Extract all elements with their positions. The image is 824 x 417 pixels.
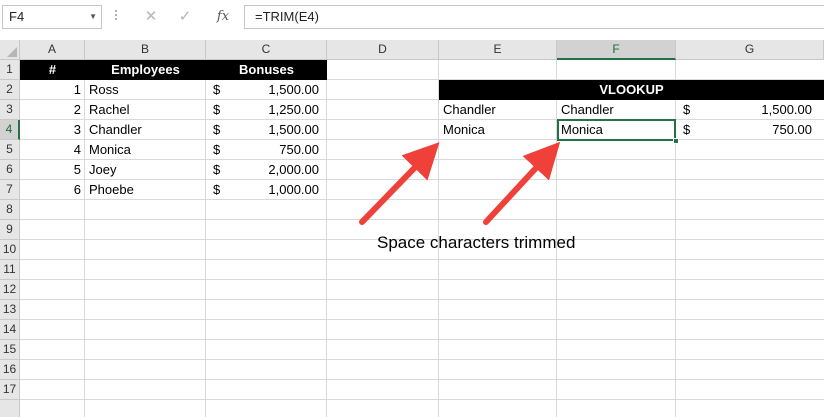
vlookup-currency: $ <box>683 102 691 117</box>
table-cell-employee[interactable]: Monica <box>85 140 206 160</box>
header-cell-number[interactable]: # <box>20 60 85 80</box>
active-cell-selection <box>557 119 676 141</box>
column-header-b[interactable]: B <box>85 40 206 60</box>
column-header-c[interactable]: C <box>206 40 327 60</box>
table-cell-employee[interactable]: Ross <box>85 80 206 100</box>
row-header-6[interactable]: 6 <box>0 160 20 180</box>
table-cell-currency: $ <box>213 162 221 177</box>
vlookup-original-name[interactable]: Chandler <box>439 100 557 120</box>
row-header-10[interactable]: 10 <box>0 240 20 260</box>
column-header-d[interactable]: D <box>327 40 439 60</box>
row-header-12[interactable]: 12 <box>0 280 20 300</box>
name-box[interactable]: F4 ▼ <box>2 5 102 29</box>
fill-handle[interactable] <box>673 138 679 144</box>
column-header-a[interactable]: A <box>20 40 85 60</box>
table-cell-number[interactable]: 1 <box>20 80 85 100</box>
table-cell-number[interactable]: 4 <box>20 140 85 160</box>
row-header-5[interactable]: 5 <box>0 140 20 160</box>
vlookup-bonus[interactable]: 750.00 <box>706 120 824 140</box>
row-header-16[interactable]: 16 <box>0 360 20 380</box>
table-cell-currency: $ <box>213 182 221 197</box>
table-cell-number[interactable]: 5 <box>20 160 85 180</box>
annotation-text: Space characters trimmed <box>377 233 576 252</box>
table-cell-currency: $ <box>213 122 221 137</box>
vlookup-currency: $ <box>683 122 691 137</box>
table-cell-number[interactable]: 6 <box>20 180 85 200</box>
row-header-14[interactable]: 14 <box>0 320 20 340</box>
table-cell-currency: $ <box>213 82 221 97</box>
table-cell-bonus[interactable]: 1,000.00 <box>236 180 327 200</box>
column-header-e[interactable]: E <box>439 40 557 60</box>
row-header-9[interactable]: 9 <box>0 220 20 240</box>
row-header-11[interactable]: 11 <box>0 260 20 280</box>
spreadsheet-window: F4 ▼ ✕ ✓ fx =TRIM(E4) A B C D E F G 1 2 … <box>0 0 824 417</box>
row-header-2[interactable]: 2 <box>0 80 20 100</box>
vlookup-bonus[interactable]: 1,500.00 <box>706 100 824 120</box>
vlookup-title-cell[interactable]: VLOOKUP <box>439 80 824 100</box>
table-cell-bonus[interactable]: 750.00 <box>236 140 327 160</box>
vlookup-original-name[interactable]: Monica <box>439 120 557 140</box>
table-cell-bonus[interactable]: 2,000.00 <box>236 160 327 180</box>
chevron-down-icon[interactable]: ▼ <box>89 6 97 28</box>
table-cell-currency: $ <box>213 142 221 157</box>
row-header-3[interactable]: 3 <box>0 100 20 120</box>
insert-function-icon[interactable]: fx <box>208 5 238 29</box>
column-header-g[interactable]: G <box>676 40 824 60</box>
name-box-value: F4 <box>9 9 25 24</box>
row-header-1[interactable]: 1 <box>0 60 20 80</box>
table-cell-bonus[interactable]: 1,500.00 <box>236 120 327 140</box>
table-cell-currency: $ <box>213 102 221 117</box>
formula-bar: F4 ▼ ✕ ✓ fx =TRIM(E4) <box>0 0 824 36</box>
check-icon[interactable]: ✓ <box>170 5 200 29</box>
header-cell-bonuses[interactable]: Bonuses <box>206 60 327 80</box>
row-header-13[interactable]: 13 <box>0 300 20 320</box>
row-header-8[interactable]: 8 <box>0 200 20 220</box>
row-header-18[interactable] <box>0 400 20 417</box>
table-cell-employee[interactable]: Chandler <box>85 120 206 140</box>
table-cell-bonus[interactable]: 1,500.00 <box>236 80 327 100</box>
table-cell-number[interactable]: 2 <box>20 100 85 120</box>
header-cell-employees[interactable]: Employees <box>85 60 206 80</box>
table-cell-employee[interactable]: Joey <box>85 160 206 180</box>
grip-dots-icon[interactable] <box>114 8 118 24</box>
cancel-icon[interactable]: ✕ <box>136 5 166 29</box>
column-header-f[interactable]: F <box>557 40 676 60</box>
select-all-corner[interactable] <box>0 40 20 60</box>
row-header-7[interactable]: 7 <box>0 180 20 200</box>
table-cell-employee[interactable]: Rachel <box>85 100 206 120</box>
row-header-17[interactable]: 17 <box>0 380 20 400</box>
table-cell-bonus[interactable]: 1,250.00 <box>236 100 327 120</box>
formula-input[interactable]: =TRIM(E4) <box>245 5 824 29</box>
table-cell-number[interactable]: 3 <box>20 120 85 140</box>
row-header-4[interactable]: 4 <box>0 120 20 140</box>
table-cell-employee[interactable]: Phoebe <box>85 180 206 200</box>
row-header-15[interactable]: 15 <box>0 340 20 360</box>
vlookup-trimmed-name[interactable]: Chandler <box>557 100 676 120</box>
